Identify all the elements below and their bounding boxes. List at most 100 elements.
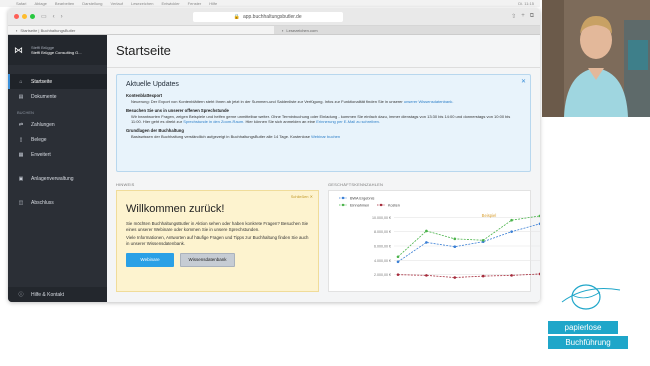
sidebar-header: ⋈ Steffi Brügge Steffi Brügge Consulting…	[8, 35, 107, 65]
update-text: Neuerung: Der Export von Kontenblättern …	[131, 99, 454, 104]
menu-item[interactable]: Bearbeiten	[55, 1, 74, 6]
y-tick-label: 4.000,00 €	[374, 259, 391, 263]
lock-icon: 🔒	[233, 13, 240, 20]
sidebar-item-abschluss[interactable]: ◫ Abschluss	[8, 195, 107, 210]
favicon-icon: ▪	[282, 27, 284, 33]
favicon-icon: ▪	[16, 27, 18, 33]
help-icon: ⓘ	[18, 292, 24, 298]
data-point	[425, 274, 428, 277]
sidebar-item-label: Dokumente	[31, 93, 57, 100]
tab-title: Startseite | BuchhaltungsButler	[20, 27, 76, 33]
welcome-card: Schließen ✕ Willkommen zurück! Sie möcht…	[116, 190, 319, 292]
browser-window: ▭ ‹ › 🔒 app.buchhaltungsbutler.de ⇧ + ⧉ …	[8, 8, 540, 302]
maximize-window-icon[interactable]	[30, 14, 35, 19]
menu-item[interactable]: Hilfe	[209, 1, 217, 6]
browser-tab[interactable]: ▪ Startseite | BuchhaltungsButler	[8, 26, 274, 34]
welcome-title: Willkommen zurück!	[126, 203, 225, 215]
sidebar: ⋈ Steffi Brügge Steffi Brügge Consulting…	[8, 35, 107, 302]
welcome-text: Sie möchten BuchhaltungsButler in Aktion…	[126, 221, 309, 232]
update-title: Kontenblattexport	[126, 93, 163, 98]
sidebar-item-startseite[interactable]: ⌂ Startseite	[8, 74, 107, 89]
y-tick-label: 6.000,00 €	[374, 245, 391, 249]
chart-section-label: GESCHÄFTSKENNZAHLEN	[328, 182, 384, 187]
share-icon[interactable]: ⇧	[511, 13, 516, 20]
user-block[interactable]: Steffi Brügge Steffi Brügge Consulting G…	[31, 45, 82, 55]
sidebar-item-belege[interactable]: ▯ Belege	[8, 132, 107, 147]
data-point	[481, 274, 485, 278]
back-icon[interactable]: ‹	[53, 14, 55, 20]
sidebar-item-erweitert[interactable]: ▦ Erweitert	[8, 147, 107, 162]
update-link[interactable]: Sprechstunde in den Zoom-Raum.	[183, 119, 244, 124]
tab-title: Lesezeichen.com	[286, 27, 318, 33]
sidebar-item-zahlungen[interactable]: ⇄ Zahlungen	[8, 117, 107, 132]
home-icon: ⌂	[19, 78, 23, 85]
menu-item[interactable]: Lesezeichen	[131, 1, 153, 6]
menu-item[interactable]: Ablage	[34, 1, 46, 6]
browser-tab[interactable]: ▪ Lesezeichen.com	[274, 26, 540, 34]
menu-item[interactable]: Fenster	[188, 1, 202, 6]
kpi-chart: 2.000,00 € 4.000,00 € 6.000,00 € 8.000,00 €…	[328, 190, 540, 292]
sidebar-item-label: Startseite	[31, 78, 53, 85]
welcome-text: Viele Informationen, Antworten auf häufi…	[126, 235, 309, 247]
y-tick-label: 10.000,00 €	[372, 216, 391, 220]
assets-icon: ▣	[18, 175, 24, 182]
menu-item[interactable]: Safari	[16, 1, 26, 6]
menu-item[interactable]: Verlauf	[111, 1, 123, 6]
tab-overview-icon[interactable]: ⧉	[530, 13, 534, 20]
legend-marker	[341, 203, 345, 207]
legend-label: Kosten	[388, 203, 400, 207]
bowtie-logo-icon[interactable]: ⋈	[14, 45, 23, 56]
webinare-button[interactable]: Webinare	[126, 252, 174, 267]
menu-clock: Di. 11:15	[518, 1, 534, 6]
data-point	[425, 241, 428, 244]
closing-icon: ◫	[18, 199, 24, 206]
update-link[interactable]: unserer Wissensdatenbank.	[404, 99, 454, 104]
receipt-icon: ▯	[19, 136, 23, 143]
updates-panel: ✕ Aktuelle Updates Kontenblattexport Neu…	[116, 74, 531, 172]
update-text: Basiswissen der Buchhaltung verständlich…	[131, 134, 341, 139]
dismiss-button[interactable]: Schließen ✕	[291, 194, 313, 199]
sidebar-item-label: Anlagenverwaltung	[31, 175, 74, 182]
webcam-video	[542, 0, 650, 117]
sidebar-toggle-icon[interactable]: ▭	[41, 13, 47, 20]
hint-section-label: HINWEIS	[116, 182, 135, 187]
data-point	[510, 274, 513, 277]
series-line	[397, 223, 540, 263]
data-point	[453, 276, 457, 279]
minimize-window-icon[interactable]	[22, 14, 27, 19]
updates-title: Aktuelle Updates	[126, 81, 179, 88]
grid-icon: ▦	[18, 151, 24, 158]
close-window-icon[interactable]	[14, 14, 19, 19]
menu-item[interactable]: Entwickler	[161, 1, 179, 6]
document-icon: ▤	[18, 93, 24, 100]
sidebar-item-anlagenverwaltung[interactable]: ▣ Anlagenverwaltung	[8, 171, 107, 186]
update-title: Grundlagen der Buchhaltung	[126, 128, 184, 133]
forward-icon[interactable]: ›	[61, 14, 63, 20]
sidebar-item-label: Zahlungen	[31, 121, 55, 128]
address-bar[interactable]: 🔒 app.buchhaltungsbutler.de	[192, 11, 343, 22]
brand-logo: papierlose Buchführung	[548, 280, 628, 349]
data-point	[396, 260, 400, 264]
wissensdatenbank-button[interactable]: Wissensdatenbank	[180, 252, 235, 267]
data-point	[510, 218, 513, 222]
menu-item[interactable]: Darstellung	[82, 1, 102, 6]
sidebar-item-help[interactable]: ⓘ Hilfe & Kontakt	[8, 287, 107, 302]
sidebar-item-dokumente[interactable]: ▤ Dokumente	[8, 89, 107, 104]
brand-line-1: papierlose	[548, 321, 618, 334]
data-point	[538, 222, 540, 226]
globe-logo-icon	[561, 284, 621, 310]
sidebar-item-label: Erweitert	[31, 151, 51, 158]
payments-icon: ⇄	[18, 121, 24, 128]
update-link[interactable]: Erinnerung per E-Mail zu schreiben.	[316, 119, 380, 124]
data-point	[396, 273, 400, 276]
legend-marker	[379, 203, 383, 207]
sidebar-item-label: Hilfe & Kontakt	[31, 291, 65, 298]
new-tab-icon[interactable]: +	[521, 13, 525, 20]
update-link[interactable]: Webinar buchen	[311, 134, 340, 139]
close-icon[interactable]: ✕	[521, 78, 526, 85]
legend-label: BWA Ergebnis	[350, 196, 374, 200]
data-point	[510, 230, 513, 233]
update-title: Besuchen Sie uns in unserer offenen Spre…	[126, 108, 229, 113]
mac-menu-bar: Safari Ablage Bearbeiten Darstellung Ver…	[0, 0, 540, 7]
data-point	[453, 245, 457, 249]
